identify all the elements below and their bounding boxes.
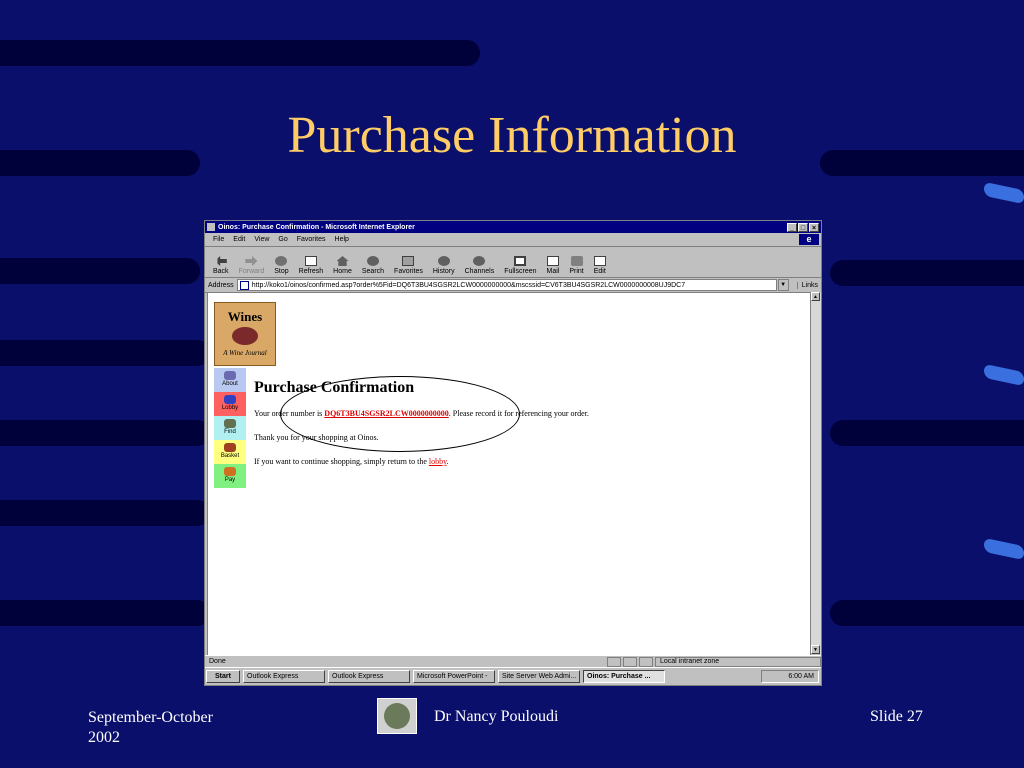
menu-go[interactable]: Go [278,236,287,243]
menu-edit[interactable]: Edit [233,236,245,243]
back-button[interactable]: Back [213,256,229,275]
address-bar: Address http://koko1/oinos/confirmed.asp… [205,278,821,293]
menu-bar: File Edit View Go Favorites Help e [205,233,821,247]
address-dropdown-button[interactable]: ▼ [777,279,789,291]
menu-help[interactable]: Help [335,236,349,243]
refresh-icon [304,256,317,266]
continue-text: If you want to continue shopping, simply… [254,457,449,466]
nav-pay[interactable]: Pay [214,464,246,488]
edit-button[interactable]: Edit [594,256,606,275]
fullscreen-button[interactable]: Fullscreen [504,256,537,275]
browser-toolbar: Back Forward Stop Refresh Home Search Fa… [205,247,821,278]
menu-favorites[interactable]: Favorites [297,236,326,243]
print-icon [570,256,583,266]
address-label: Address [208,281,234,289]
clock: 6:00 AM [788,673,814,680]
menu-view[interactable]: View [254,236,269,243]
print-button[interactable]: Print [569,256,584,275]
refresh-button[interactable]: Refresh [299,256,323,275]
forward-button[interactable]: Forward [239,256,264,275]
footer-slide-number: Slide 27 [870,708,923,725]
menu-file[interactable]: File [213,236,224,243]
task-outlook-express-1[interactable]: Outlook Express [243,670,325,683]
maximize-button[interactable]: □ [798,222,808,232]
lobby-link[interactable]: lobby [429,457,447,466]
task-powerpoint[interactable]: Microsoft PowerPoint - [413,670,495,683]
task-oinos-browser[interactable]: Oinos: Purchase ... [583,670,665,683]
status-bar: Done Local intranet zone [205,655,821,667]
status-text: Done [209,658,226,665]
nav-lobby[interactable]: Lobby [214,392,246,416]
credit-card-icon [224,467,236,476]
windows-taskbar: Start Outlook Express Outlook Express Mi… [205,667,821,685]
question-mark-icon [224,371,236,380]
channels-icon [473,256,486,266]
task-site-server[interactable]: Site Server Web Admi... [498,670,580,683]
mail-button[interactable]: Mail [546,256,559,275]
university-logo [377,698,417,734]
history-button[interactable]: History [433,256,455,275]
slide-title: Purchase Information [287,107,737,164]
footer-author: Dr Nancy Pouloudi [434,708,559,725]
system-tray: 6:00 AM [761,670,819,683]
page-content: Wines A Wine Journal About Lobby Find Ba… [207,292,811,656]
search-button[interactable]: Search [362,256,384,275]
zone-text: Local intranet zone [655,656,821,667]
close-button[interactable]: × [809,222,819,232]
mail-icon [546,256,559,266]
window-title: Oinos: Purchase Confirmation - Microsoft… [218,223,415,231]
address-input[interactable]: http://koko1/oinos/confirmed.asp?order%5… [236,279,777,291]
ie-window-icon [207,223,215,231]
channels-button[interactable]: Channels [465,256,494,275]
start-button[interactable]: Start [206,670,240,683]
stop-button[interactable]: Stop [274,256,289,275]
task-outlook-express-2[interactable]: Outlook Express [328,670,410,683]
ie-logo-icon: e [799,234,819,245]
scroll-down-icon[interactable]: ▼ [811,645,820,654]
links-button[interactable]: Links [796,281,818,289]
scroll-up-icon[interactable]: ▲ [811,292,820,301]
browser-window: Oinos: Purchase Confirmation - Microsoft… [204,220,822,686]
logo-title: Wines [227,309,263,324]
basket-icon [224,443,236,452]
favorites-icon [402,256,415,266]
window-titlebar[interactable]: Oinos: Purchase Confirmation - Microsoft… [205,221,821,233]
vertical-scrollbar[interactable]: ▲ ▼ [810,292,821,654]
athena-head-icon [384,703,410,729]
logo-subtitle: A Wine Journal [223,349,267,357]
search-icon [366,256,379,266]
favorites-button[interactable]: Favorites [394,256,423,275]
stop-icon [275,256,288,266]
address-value: http://koko1/oinos/confirmed.asp?order%5… [251,281,686,289]
back-arrow-icon [214,256,227,266]
minimize-button[interactable]: _ [787,222,797,232]
history-icon [437,256,450,266]
fullscreen-icon [514,256,527,266]
highlight-ellipse [280,376,520,452]
magnifier-icon [224,419,236,428]
home-icon [336,256,349,266]
edit-icon [593,256,606,266]
nav-find[interactable]: Find [214,416,246,440]
wines-logo[interactable]: Wines A Wine Journal [214,302,276,366]
page-icon [239,280,249,290]
nav-basket[interactable]: Basket [214,440,246,464]
footer-date: September-October 2002 [88,709,213,746]
home-button[interactable]: Home [333,256,352,275]
nav-about[interactable]: About [214,368,246,392]
forward-arrow-icon [245,256,258,266]
return-arrow-icon [224,395,236,404]
grapes-icon [232,327,258,345]
